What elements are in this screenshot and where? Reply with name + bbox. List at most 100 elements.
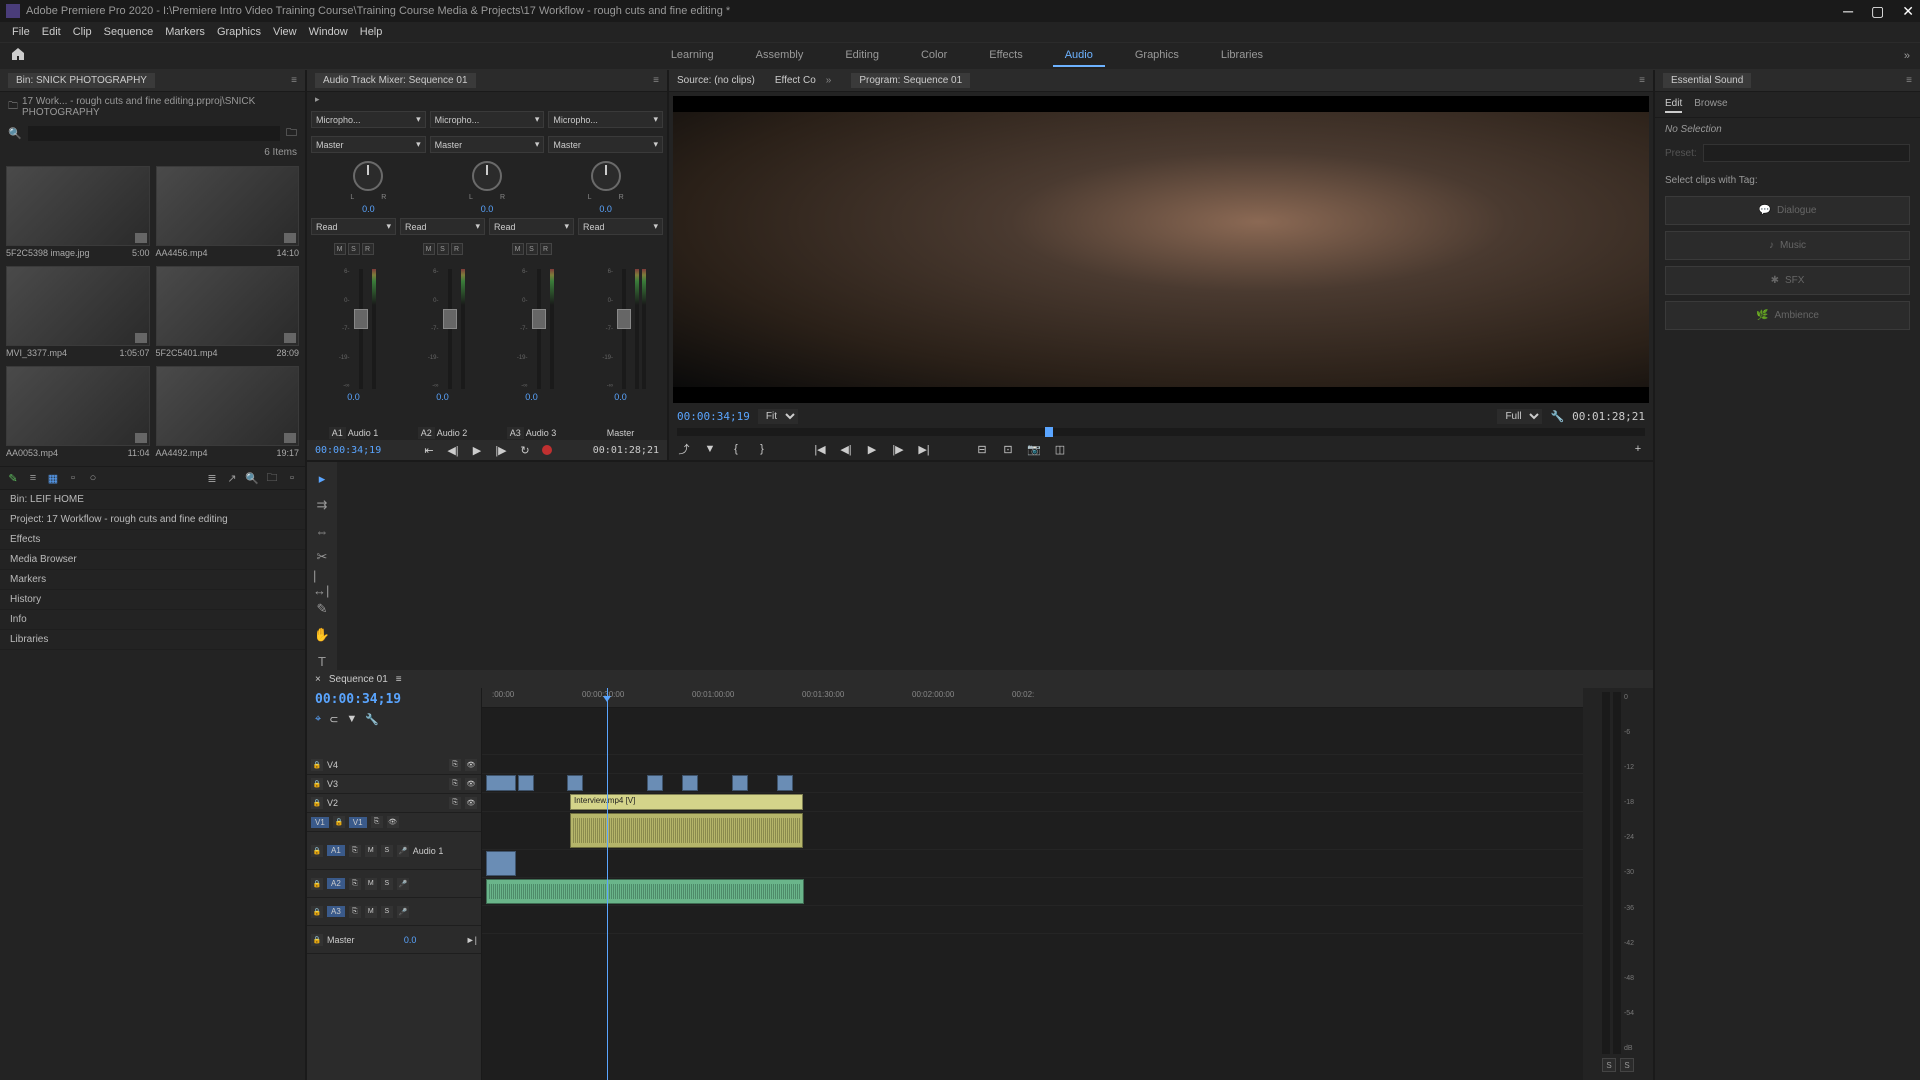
play-icon[interactable]: ▶ (865, 442, 879, 456)
lock-icon[interactable]: 🔒 (333, 816, 345, 828)
workspace-effects[interactable]: Effects (977, 45, 1034, 67)
track-select-tool-icon[interactable]: ⇉ (313, 496, 331, 514)
preset-select[interactable] (1703, 144, 1910, 162)
pan-knob[interactable] (472, 161, 502, 191)
assembly-write-icon[interactable]: ✎ (6, 471, 20, 485)
playhead-handle[interactable] (1045, 427, 1053, 437)
panel-menu-icon[interactable]: ≡ (396, 674, 402, 685)
close-sequence-icon[interactable]: × (315, 674, 321, 685)
menu-file[interactable]: File (6, 26, 36, 38)
play-out-icon[interactable]: ►| (466, 935, 477, 945)
step-forward-icon[interactable]: |▶ (891, 442, 905, 456)
sync-lock-icon[interactable]: ⎘ (449, 797, 461, 809)
solo-button[interactable]: S (348, 243, 360, 255)
search-input[interactable] (28, 126, 280, 141)
slip-tool-icon[interactable]: |↔| (313, 574, 331, 592)
freeform-view-icon[interactable]: ▫ (66, 471, 80, 485)
solo-button[interactable]: S (526, 243, 538, 255)
automation-mode[interactable]: Read▾ (578, 218, 663, 235)
panel-menu-icon[interactable]: ≡ (291, 75, 297, 86)
menu-help[interactable]: Help (354, 26, 389, 38)
menu-graphics[interactable]: Graphics (211, 26, 267, 38)
maximize-button[interactable]: ▢ (1871, 3, 1884, 20)
go-to-in-icon[interactable]: ⇤ (422, 443, 436, 457)
record-button[interactable]: R (540, 243, 552, 255)
panel-menu-icon[interactable]: ≡ (1906, 75, 1912, 86)
db-value[interactable]: 0.0 (347, 392, 360, 402)
icon-view-icon[interactable]: ▦ (46, 471, 60, 485)
clip-music[interactable] (486, 879, 804, 904)
bin-leif-home[interactable]: Bin: LEIF HOME (0, 490, 305, 510)
solo-button[interactable]: S (437, 243, 449, 255)
timeline-timecode[interactable]: 00:00:34;19 (315, 692, 401, 707)
lock-icon[interactable]: 🔒 (311, 759, 323, 771)
clip-interview-audio[interactable] (570, 813, 803, 848)
automation-mode[interactable]: Read▾ (489, 218, 574, 235)
lock-icon[interactable]: 🔒 (311, 878, 323, 890)
essential-sound-tab[interactable]: Essential Sound (1663, 73, 1751, 88)
lift-icon[interactable]: ⊟ (975, 442, 989, 456)
volume-fader[interactable] (622, 269, 626, 389)
track-input-select[interactable]: Micropho...▾ (430, 111, 545, 128)
track-input-select[interactable]: Micropho...▾ (548, 111, 663, 128)
mute-button[interactable]: M (365, 845, 377, 857)
button-editor-icon[interactable]: + (1631, 442, 1645, 456)
source-tc-in[interactable]: 00:00:34;19 (315, 445, 381, 456)
sort-icon[interactable]: ○ (86, 471, 100, 485)
program-tab[interactable]: Program: Sequence 01 (851, 73, 970, 88)
clip[interactable] (486, 775, 516, 791)
step-back-icon[interactable]: ◀| (839, 442, 853, 456)
voice-over-icon[interactable]: 🎤 (397, 906, 409, 918)
go-to-in-icon[interactable]: |◀ (813, 442, 827, 456)
solo-button[interactable]: S (381, 878, 393, 890)
minimize-button[interactable]: ─ (1843, 3, 1853, 20)
selection-tool-icon[interactable]: ▸ (313, 470, 331, 488)
clip[interactable] (732, 775, 748, 791)
go-to-out-icon[interactable]: ▶| (917, 442, 931, 456)
voice-over-icon[interactable]: 🎤 (397, 878, 409, 890)
menu-edit[interactable]: Edit (36, 26, 67, 38)
history-panel-tab[interactable]: History (0, 590, 305, 610)
clip[interactable] (567, 775, 583, 791)
clip[interactable] (777, 775, 793, 791)
media-item[interactable]: AA0053.mp411:04 (6, 366, 150, 460)
clip[interactable] (486, 851, 516, 876)
automation-mode[interactable]: Read▾ (311, 218, 396, 235)
new-bin-icon[interactable]: 🗀 (286, 124, 297, 143)
ripple-edit-tool-icon[interactable]: ⇔ (313, 522, 331, 540)
new-bin-icon[interactable]: 🗀 (265, 471, 279, 485)
mark-in-icon[interactable]: { (729, 442, 743, 456)
step-back-icon[interactable]: ◀| (446, 443, 460, 457)
workspace-color[interactable]: Color (909, 45, 959, 67)
extract-icon[interactable]: ⊡ (1001, 442, 1015, 456)
linked-selection-icon[interactable]: ⊂ (329, 713, 338, 726)
time-ruler[interactable]: :00:00 00:00:30:00 00:01:00:00 00:01:30:… (482, 688, 1583, 708)
tag-ambience[interactable]: 🌿Ambience (1665, 301, 1910, 330)
mute-button[interactable]: M (365, 906, 377, 918)
info-panel-tab[interactable]: Info (0, 610, 305, 630)
volume-fader[interactable] (359, 269, 363, 389)
loop-icon[interactable]: ↻ (518, 443, 532, 457)
lock-icon[interactable]: 🔒 (311, 778, 323, 790)
sequence-tab[interactable]: Sequence 01 (329, 674, 388, 685)
lock-icon[interactable]: 🔒 (311, 934, 323, 946)
resolution-select[interactable]: Full (1497, 409, 1542, 424)
settings-icon[interactable]: 🔧 (1550, 410, 1564, 423)
workspace-overflow-icon[interactable]: » (1904, 50, 1910, 62)
volume-fader[interactable] (537, 269, 541, 389)
home-icon[interactable] (10, 46, 30, 66)
hand-tool-icon[interactable]: ✋ (313, 626, 331, 644)
solo-left[interactable]: S (1602, 1058, 1616, 1072)
menu-view[interactable]: View (267, 26, 303, 38)
target-a2[interactable]: A2 (327, 878, 345, 889)
volume-fader[interactable] (448, 269, 452, 389)
settings-icon[interactable]: 🔧 (365, 713, 379, 726)
mute-button[interactable]: M (334, 243, 346, 255)
program-viewer[interactable] (673, 96, 1649, 403)
target-a1[interactable]: A1 (327, 845, 345, 856)
master-value[interactable]: 0.0 (404, 935, 417, 945)
media-thumbnail[interactable] (6, 166, 150, 246)
automation-mode[interactable]: Read▾ (400, 218, 485, 235)
voice-over-icon[interactable]: 🎤 (397, 845, 409, 857)
target-a3[interactable]: A3 (327, 906, 345, 917)
